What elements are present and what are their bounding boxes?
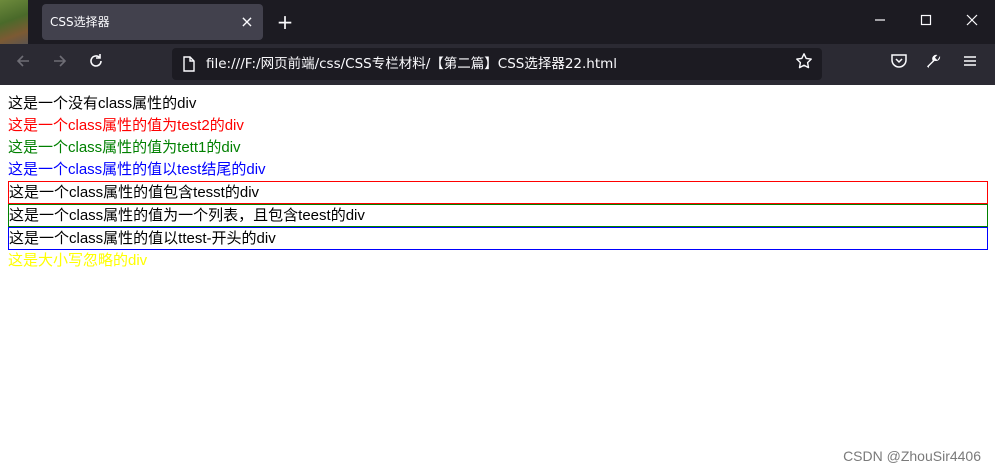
new-tab-button[interactable]: + xyxy=(274,11,296,33)
forward-button[interactable] xyxy=(47,52,73,78)
url-bar[interactable]: file:///F:/网页前端/css/CSS专栏材料/【第二篇】CSS选择器2… xyxy=(172,48,822,80)
browser-toolbar: file:///F:/网页前端/css/CSS专栏材料/【第二篇】CSS选择器2… xyxy=(0,44,995,85)
pocket-icon xyxy=(891,54,907,68)
star-icon xyxy=(796,53,812,69)
back-button[interactable] xyxy=(10,52,36,78)
maximize-button[interactable] xyxy=(911,8,941,36)
tab-title: CSS选择器 xyxy=(50,15,110,29)
maximize-icon xyxy=(920,14,932,26)
pocket-button[interactable] xyxy=(887,52,911,76)
div-class-test2: 这是一个class属性的值为test2的div xyxy=(8,117,244,134)
browser-titlebar: CSS选择器 × + xyxy=(0,0,995,58)
tab-active[interactable]: CSS选择器 × xyxy=(42,4,263,40)
div-class-list-teest: 这是一个class属性的值为一个列表，且包含teest的div xyxy=(8,204,988,227)
minimize-button[interactable] xyxy=(865,8,895,36)
div-class-tett1: 这是一个class属性的值为tett1的div xyxy=(8,139,241,156)
close-icon xyxy=(966,14,978,26)
wrench-icon xyxy=(927,54,941,68)
extensions-button[interactable] xyxy=(922,52,946,76)
page-icon xyxy=(183,56,195,72)
div-class-contains-tesst: 这是一个class属性的值包含tesst的div xyxy=(8,181,988,204)
url-text[interactable]: file:///F:/网页前端/css/CSS专栏材料/【第二篇】CSS选择器2… xyxy=(206,48,617,80)
div-class-starts-ttest: 这是一个class属性的值以ttest-开头的div xyxy=(8,227,988,250)
csdn-watermark: CSDN @ZhouSir4406 xyxy=(843,448,981,464)
reload-icon xyxy=(90,54,102,67)
forward-icon xyxy=(54,55,67,67)
reload-button[interactable] xyxy=(83,52,109,78)
page-content: 这是一个没有class属性的div 这是一个class属性的值为test2的di… xyxy=(8,93,988,272)
close-window-button[interactable] xyxy=(957,8,987,36)
div-no-class: 这是一个没有class属性的div xyxy=(8,95,197,112)
tab-close-icon[interactable]: × xyxy=(237,12,257,32)
menu-icon xyxy=(964,56,976,66)
back-icon xyxy=(16,55,29,67)
div-class-ends-test: 这是一个class属性的值以test结尾的div xyxy=(8,161,266,178)
menu-button[interactable] xyxy=(958,52,982,76)
bookmark-star-icon[interactable] xyxy=(792,52,816,76)
div-case-insensitive: 这是大小写忽略的div xyxy=(8,252,148,269)
minimize-icon xyxy=(875,19,885,21)
